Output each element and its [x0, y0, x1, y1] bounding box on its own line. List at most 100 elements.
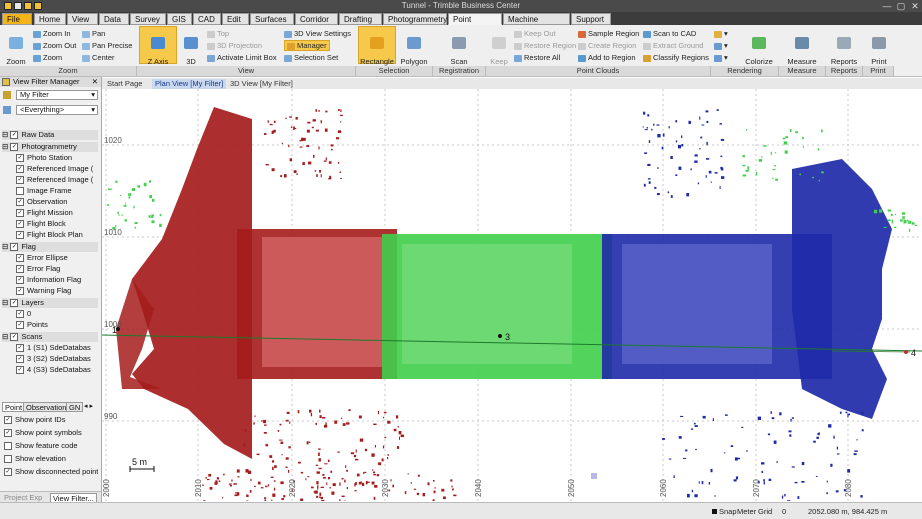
point-option[interactable]: ✓Show disconnected points: [4, 467, 98, 477]
3d-projection-button[interactable]: 3D Projection: [207, 41, 262, 50]
print-button[interactable]: Print: [866, 27, 892, 66]
tab-point[interactable]: Point: [2, 402, 25, 412]
filter-item[interactable]: ✓3 (S2) SdeDatabas: [16, 354, 96, 364]
item-checkbox[interactable]: ✓: [16, 276, 24, 284]
filter-item[interactable]: ✓1 (S1) SdeDatabas: [16, 343, 96, 353]
section-checkbox[interactable]: ✓: [10, 243, 18, 251]
tab-edit[interactable]: Edit: [222, 13, 249, 25]
tab-file[interactable]: File: [2, 13, 32, 25]
filter-item[interactable]: ✓4 (S3) SdeDatabas: [16, 365, 96, 375]
zoom-out-button[interactable]: Zoom Out: [33, 41, 76, 50]
filter-item[interactable]: ✓Referenced Image (: [16, 175, 96, 185]
item-checkbox[interactable]: ✓: [16, 209, 24, 217]
close-button[interactable]: ✕: [908, 0, 922, 12]
filter-section-2[interactable]: ⊟ ✓Flag: [2, 242, 98, 252]
filter-item[interactable]: ✓0: [16, 309, 96, 319]
filter-section-3[interactable]: ⊟ ✓Layers: [2, 298, 98, 308]
z-axis-always-up-button[interactable]: Z Axis Always Up: [139, 26, 177, 64]
item-checkbox[interactable]: ✓: [16, 165, 24, 173]
sample-region-button[interactable]: Sample Region: [578, 29, 639, 38]
option-checkbox[interactable]: [4, 442, 12, 450]
item-checkbox[interactable]: ✓: [16, 344, 24, 352]
item-checkbox[interactable]: ✓: [16, 254, 24, 262]
maximize-button[interactable]: ▢: [894, 0, 908, 12]
add-to-region-button[interactable]: Add to Region: [578, 53, 636, 62]
tab-drafting[interactable]: Drafting: [339, 13, 382, 25]
item-checkbox[interactable]: ✓: [16, 198, 24, 206]
create-region-button[interactable]: Create Region: [578, 41, 636, 50]
item-checkbox[interactable]: ✓: [16, 176, 24, 184]
option-checkbox[interactable]: ✓: [4, 429, 12, 437]
filter-section-1[interactable]: ⊟ ✓Photogrammetry: [2, 142, 98, 152]
selection-set-button[interactable]: Selection Set: [284, 53, 338, 62]
tab-surfaces[interactable]: Surfaces: [250, 13, 294, 25]
filter-item[interactable]: ✓Flight Block Plan: [16, 230, 96, 240]
pan-precise-button[interactable]: Pan Precise: [82, 41, 132, 50]
filter-item[interactable]: ✓Points: [16, 320, 96, 330]
expand-icon[interactable]: ⊟: [2, 298, 8, 307]
filter-section-4[interactable]: ⊟ ✓Scans: [2, 332, 98, 342]
restore-all-button[interactable]: Restore All: [514, 53, 560, 62]
tab-view[interactable]: View: [67, 13, 98, 25]
classify-regions-button[interactable]: Classify Regions: [643, 53, 709, 62]
option-checkbox[interactable]: [4, 455, 12, 463]
tab-photogrammetry[interactable]: Photogrammetry: [383, 13, 447, 25]
extract-ground-button[interactable]: Extract Ground: [643, 41, 703, 50]
tab-support[interactable]: Support: [571, 13, 611, 25]
tab-machine-control[interactable]: Machine Control: [503, 13, 570, 25]
plan-view-canvas[interactable]: 1 3 4 5 m 102010101000990 20002010202020…: [102, 89, 922, 501]
filter-item[interactable]: ✓Flight Mission: [16, 208, 96, 218]
pan-button[interactable]: Pan: [82, 29, 105, 38]
expand-icon[interactable]: ⊟: [2, 332, 8, 341]
filter-item[interactable]: ✓Flight Block: [16, 219, 96, 229]
item-checkbox[interactable]: [16, 187, 24, 195]
section-checkbox[interactable]: ✓: [10, 131, 18, 139]
zoom-button[interactable]: Zoom: [33, 53, 62, 62]
point-cloud-view[interactable]: 1 3 4 5 m 102010101000990 20002010202020…: [102, 89, 922, 501]
filter-item[interactable]: ✓Referenced Image (: [16, 164, 96, 174]
filter-item[interactable]: ✓Information Flag: [16, 275, 96, 285]
item-checkbox[interactable]: ✓: [16, 366, 24, 374]
tab-survey[interactable]: Survey: [130, 13, 166, 25]
keep-out-button[interactable]: Keep Out: [514, 29, 556, 38]
item-checkbox[interactable]: ✓: [16, 265, 24, 273]
section-checkbox[interactable]: ✓: [10, 333, 18, 341]
tab-point-clouds[interactable]: Point Clouds: [448, 13, 502, 25]
section-checkbox[interactable]: ✓: [10, 299, 18, 307]
units-indicator[interactable]: Meter: [737, 507, 756, 516]
point-4[interactable]: 4: [904, 348, 916, 358]
point-size-dropdown[interactable]: ▾: [714, 41, 728, 50]
option-checkbox[interactable]: ✓: [4, 468, 12, 476]
filter-item[interactable]: ✓Photo Station: [16, 153, 96, 163]
point-option[interactable]: ✓Show point symbols: [4, 428, 98, 438]
filter-item[interactable]: Image Frame: [16, 186, 96, 196]
filter-section-0[interactable]: ⊟ ✓Raw Data: [2, 130, 98, 140]
filter-item[interactable]: ✓Warning Flag: [16, 286, 96, 296]
tab-gn[interactable]: GN: [66, 402, 83, 412]
center-button[interactable]: Center: [82, 53, 115, 62]
tab-cad[interactable]: CAD: [193, 13, 221, 25]
3d-view-settings-button[interactable]: 3D View Settings: [284, 29, 351, 38]
tab-scroll-arrows[interactable]: ◂ ▸: [84, 402, 93, 410]
filter-select[interactable]: My Filter▾: [16, 90, 98, 100]
rectangle-select-button[interactable]: Rectangle Select: [358, 26, 396, 64]
expand-icon[interactable]: ⊟: [2, 242, 8, 251]
point-option[interactable]: Show elevation: [4, 454, 98, 464]
item-checkbox[interactable]: ✓: [16, 287, 24, 295]
display-mode-dropdown[interactable]: ▾: [714, 53, 728, 62]
item-checkbox[interactable]: ✓: [16, 220, 24, 228]
tab-start-page[interactable]: Start Page: [104, 79, 145, 89]
item-checkbox[interactable]: ✓: [16, 321, 24, 329]
item-checkbox[interactable]: ✓: [16, 231, 24, 239]
point-option[interactable]: Show feature code: [4, 441, 98, 451]
manager-button[interactable]: Manager: [284, 40, 330, 51]
expand-icon[interactable]: ⊟: [2, 130, 8, 139]
item-checkbox[interactable]: ✓: [16, 310, 24, 318]
tab-data[interactable]: Data: [99, 13, 129, 25]
section-checkbox[interactable]: ✓: [10, 143, 18, 151]
filter-item[interactable]: ✓Error Ellipse: [16, 253, 96, 263]
restore-region-button[interactable]: Restore Region: [514, 41, 576, 50]
filter-item[interactable]: ✓Error Flag: [16, 264, 96, 274]
filter-item[interactable]: ✓Observation: [16, 197, 96, 207]
reports-button[interactable]: Reports: [828, 27, 860, 66]
